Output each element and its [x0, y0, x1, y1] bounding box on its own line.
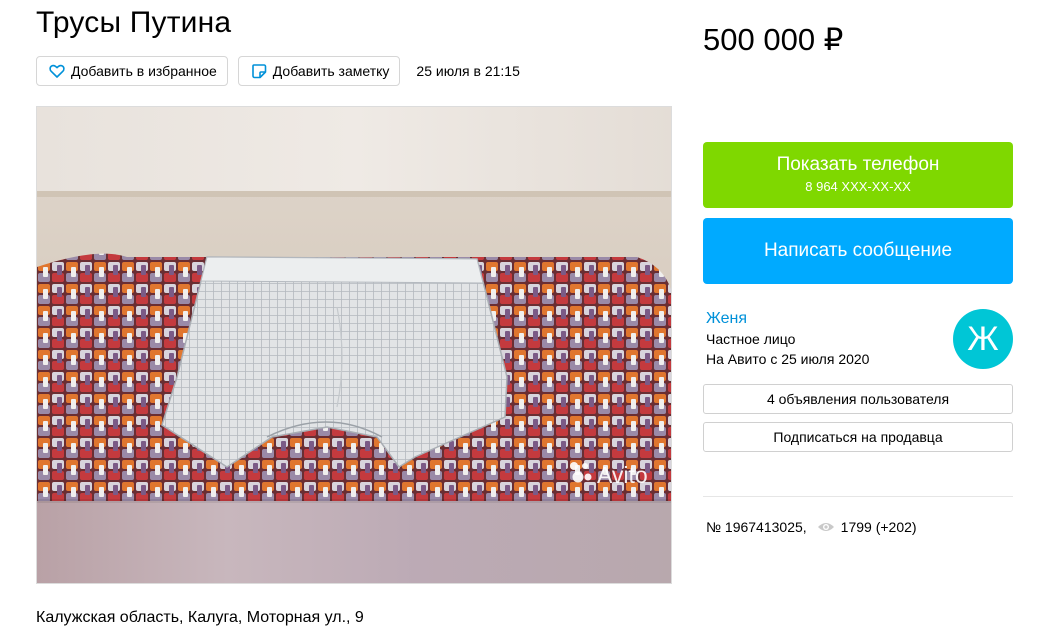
divider [703, 496, 1013, 497]
send-message-label: Написать сообщение [763, 240, 953, 261]
send-message-button[interactable]: Написать сообщение [703, 218, 1013, 284]
listing-number: № 1967413025, [706, 519, 807, 535]
price: 500 000 ₽ [703, 22, 844, 57]
seller-listings-label: 4 объявления пользователя [766, 391, 950, 407]
masked-phone: 8 964 XXX-XX-XX [805, 179, 911, 194]
subscribe-button[interactable]: Подписаться на продавца [703, 422, 1013, 452]
add-note-label: Добавить заметку [272, 63, 390, 79]
add-note-button[interactable]: Добавить заметку [237, 56, 401, 86]
page-title: Трусы Путина [36, 6, 232, 39]
add-to-favorites-label: Добавить в избранное [71, 63, 217, 79]
photo-gallery[interactable]: Avito [36, 106, 672, 584]
eye-icon [817, 521, 835, 533]
address: Калужская область, Калуга, Моторная ул.,… [36, 609, 364, 626]
show-phone-label: Показать телефон [776, 154, 940, 175]
note-icon [251, 63, 267, 79]
add-to-favorites-button[interactable]: Добавить в избранное [36, 56, 228, 86]
views-count: 1799 (+202) [840, 519, 917, 535]
seller-since: На Авито с 25 июля 2020 [706, 351, 870, 367]
listing-photo: Avito [37, 107, 671, 583]
heart-icon [49, 63, 65, 79]
action-row: Добавить в избранное Добавить заметку 25… [36, 56, 520, 86]
avatar-letter: Ж [967, 319, 999, 358]
show-phone-button[interactable]: Показать телефон 8 964 XXX-XX-XX [703, 142, 1013, 208]
listing-meta: № 1967413025, 1799 (+202) [706, 519, 917, 535]
seller-listings-button[interactable]: 4 объявления пользователя [703, 384, 1013, 414]
seller-type: Частное лицо [706, 331, 796, 347]
publish-date: 25 июля в 21:15 [416, 63, 520, 79]
watermark-text: Avito [597, 462, 648, 488]
subscribe-label: Подписаться на продавца [773, 429, 943, 445]
avatar[interactable]: Ж [953, 309, 1013, 369]
seller-name-link[interactable]: Женя [706, 310, 747, 328]
